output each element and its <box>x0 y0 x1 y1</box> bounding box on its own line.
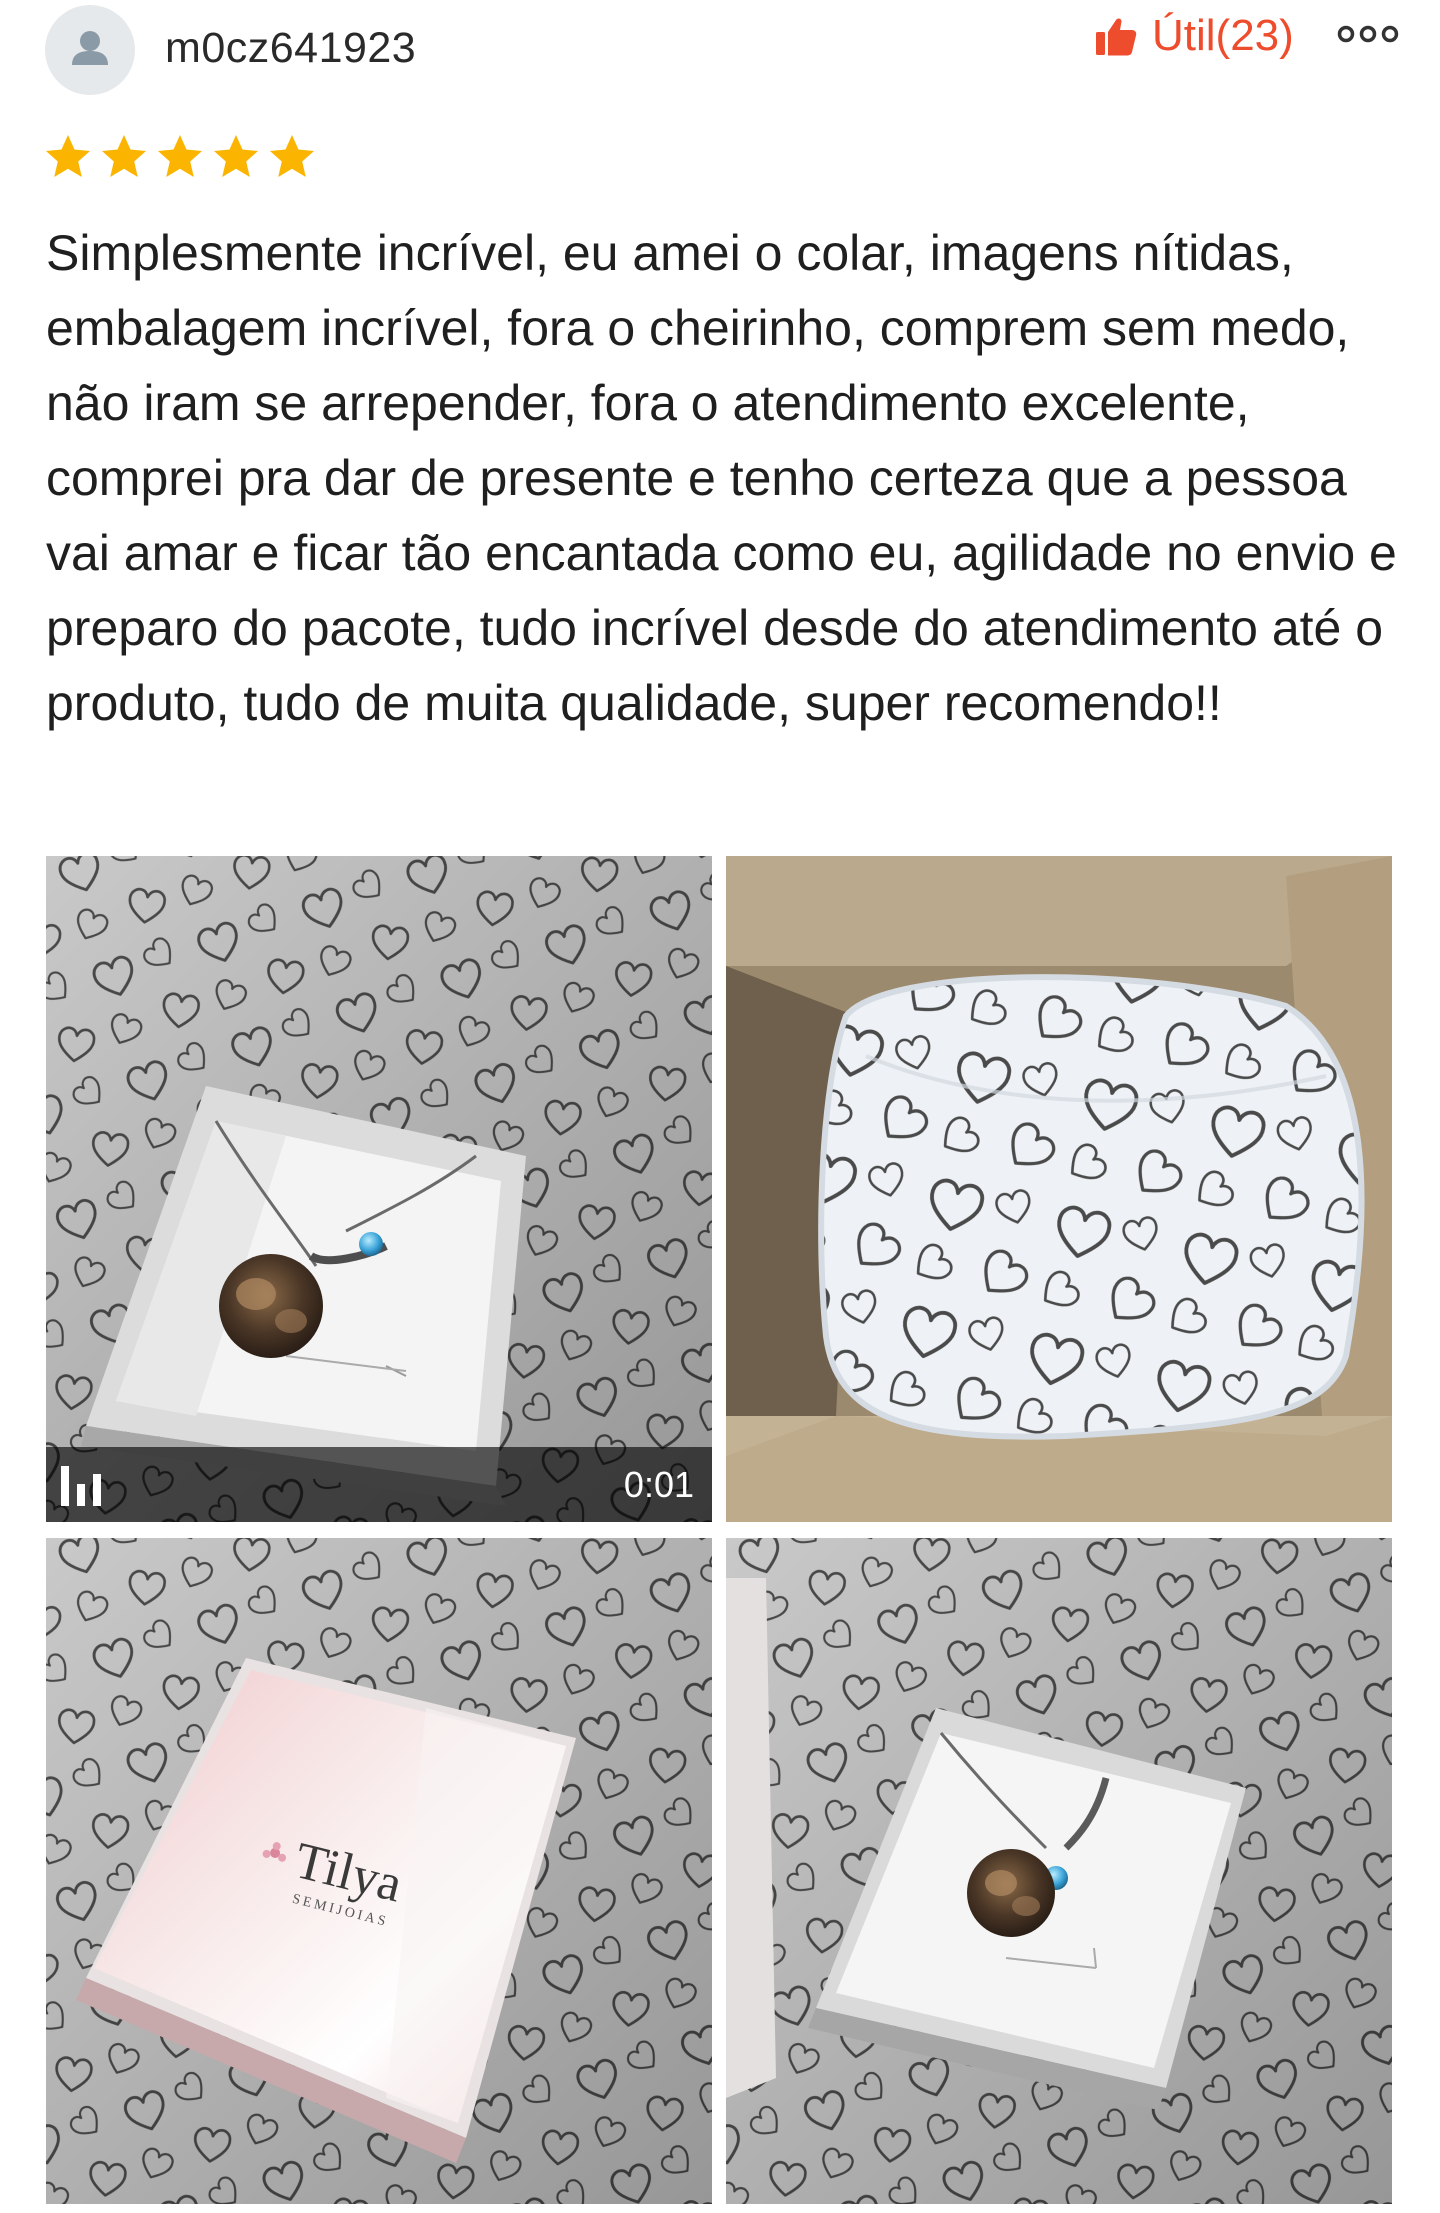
helpful-button[interactable]: Útil(23) <box>1094 8 1294 64</box>
star-icon <box>270 135 314 177</box>
helpful-count: Útil(23) <box>1152 11 1294 60</box>
star-icon <box>102 135 146 177</box>
star-icon <box>214 135 258 177</box>
review-photo-4[interactable] <box>726 1538 1392 2204</box>
package-in-box-photo <box>726 856 1392 1522</box>
video-duration: 0:01 <box>623 1464 694 1505</box>
star-icon <box>46 135 90 177</box>
star-icon <box>158 135 202 177</box>
necklace-box-photo-2 <box>726 1538 1392 2204</box>
necklace-box-photo <box>46 856 712 1522</box>
review-photo-3[interactable]: Tilya SEMIJOIAS <box>46 1538 712 2204</box>
review-text: Simplesmente incrível, eu amei o colar, … <box>46 225 1397 731</box>
tilya-box-photo: Tilya SEMIJOIAS <box>46 1538 712 2204</box>
user-silhouette-icon <box>72 31 108 65</box>
review-header: m0cz641923 Útil(23) <box>0 0 1440 110</box>
star-rating <box>43 132 323 192</box>
avatar[interactable] <box>45 5 135 95</box>
video-overlay-bar: 0:01 <box>46 1447 712 1522</box>
review-video-thumbnail[interactable]: 0:01 <box>46 856 712 1522</box>
more-options-icon[interactable] <box>1336 14 1400 54</box>
video-bars-icon <box>61 1466 101 1506</box>
username[interactable]: m0cz641923 <box>165 20 416 76</box>
thumbs-up-icon <box>1096 18 1137 56</box>
review-photo-2[interactable] <box>726 856 1392 1522</box>
